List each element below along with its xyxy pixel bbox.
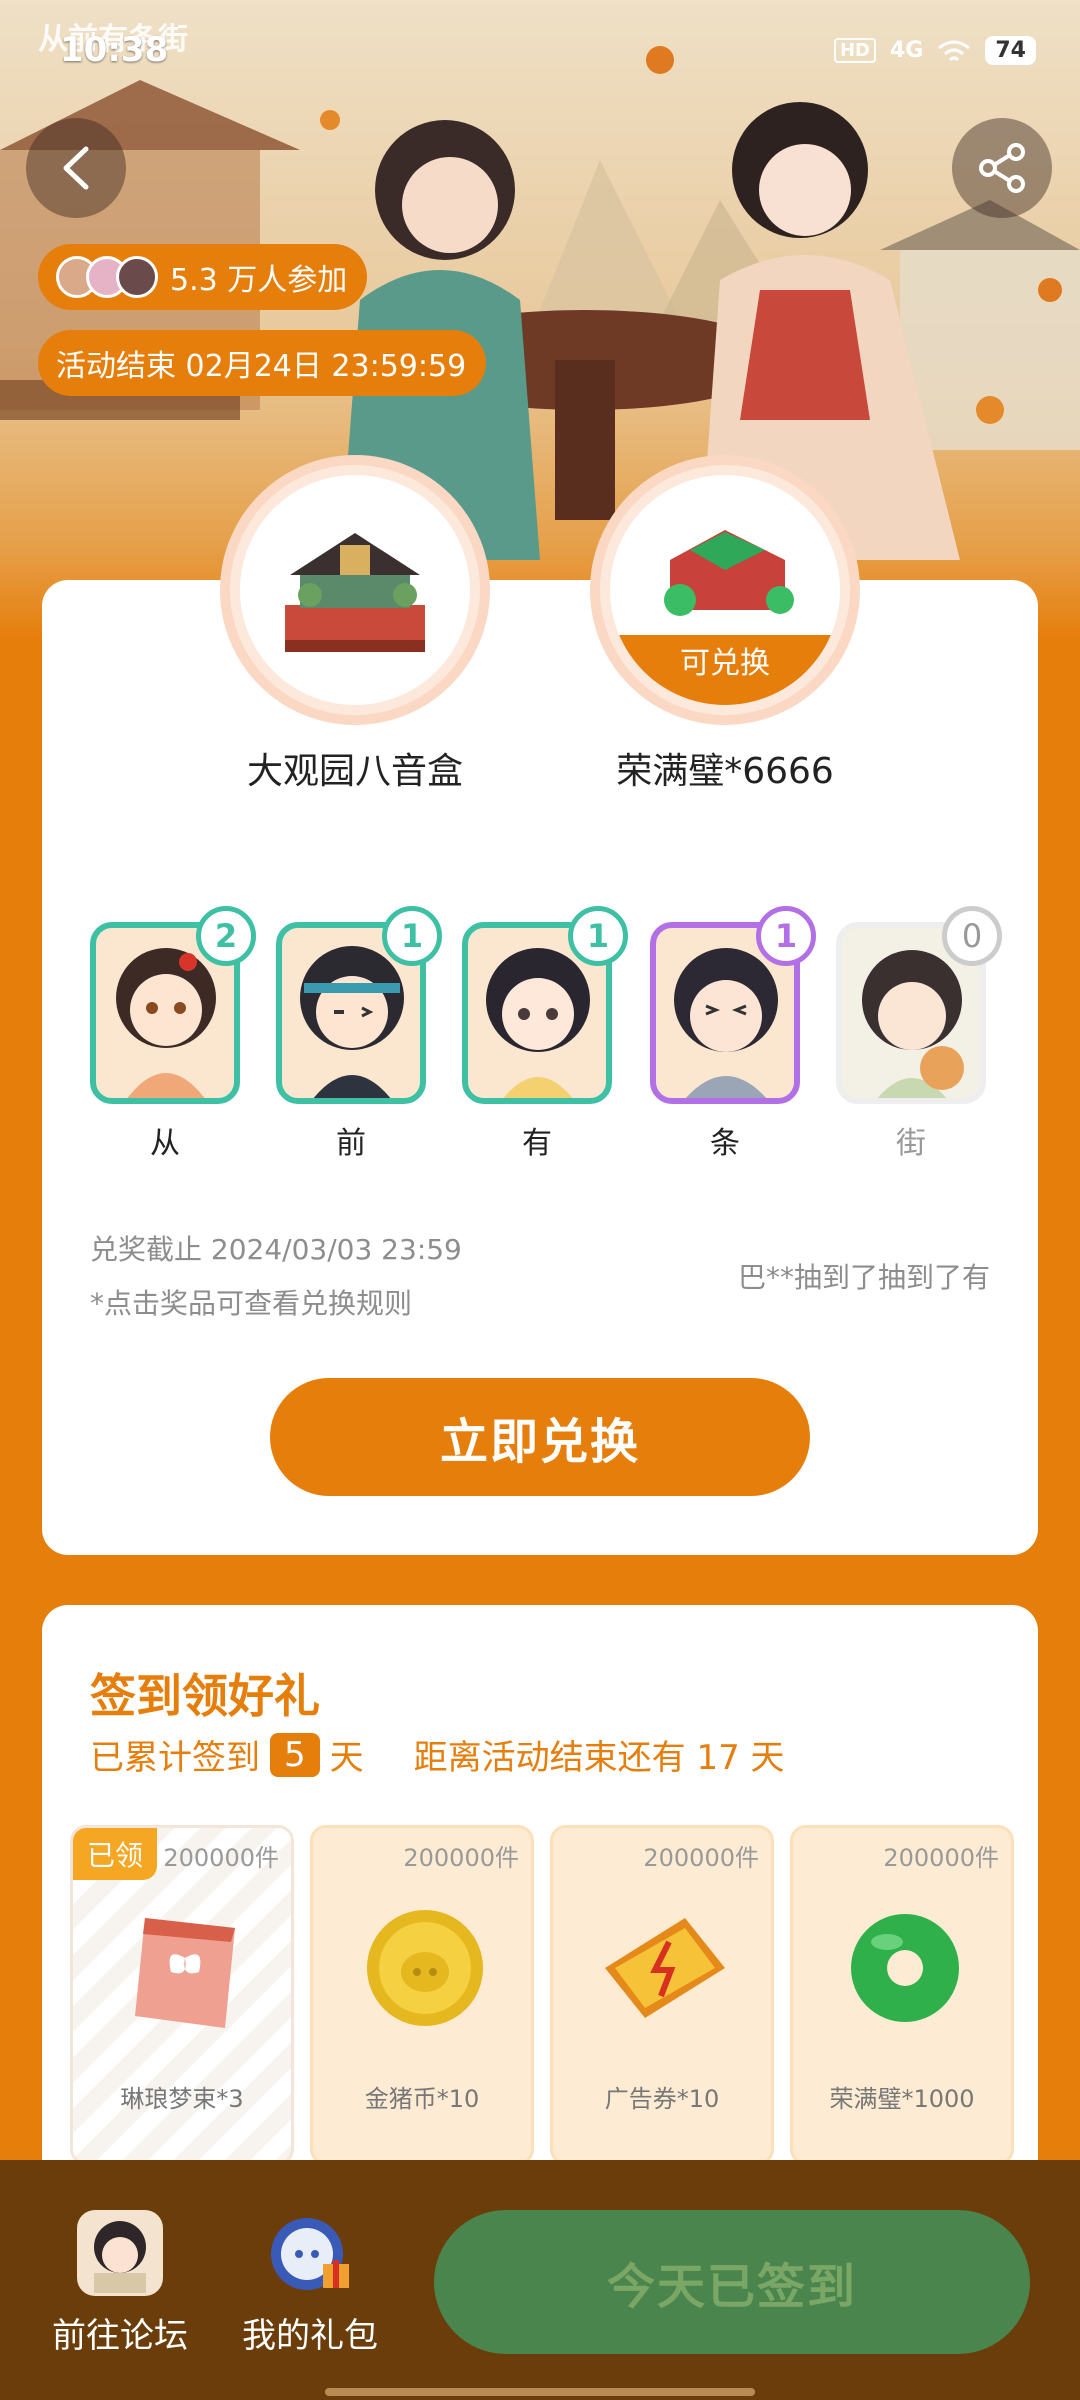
jade-disc-icon [851,1914,959,2022]
signin-remaining: 距离活动结束还有 17 天 [413,1738,785,1778]
status-bar: 从前有条街 10:38 HD 4G 74 [0,0,1080,100]
count-badge: 2 [196,906,256,966]
music-box-icon [285,533,425,652]
character-label: 有 [522,1126,552,1161]
participant-avatars [56,256,158,298]
signin-prefix: 已累计签到 [90,1738,260,1778]
status-icons: HD 4G 74 [833,36,1036,65]
gold-pig-coin-icon [367,1910,483,2026]
forum-avatar-icon [77,2210,163,2296]
signed-today-button[interactable]: 今天已签到 [434,2210,1030,2354]
my-gift-label: 我的礼包 [242,2316,378,2356]
participants-pill: 5.3 万人参加 [38,244,368,310]
gift-icon [267,2210,353,2296]
share-button[interactable] [952,118,1052,218]
ad-ticket-icon [605,1918,725,2018]
back-icon [63,146,89,190]
home-indicator [325,2388,755,2396]
character-label: 条 [710,1126,740,1161]
reward-item[interactable]: 200000件 金猪币*10 [310,1825,534,2165]
prize-music-box[interactable] [220,455,490,725]
network-icon: 4G [890,38,924,63]
character-label: 从 [150,1126,180,1161]
hd-icon: HD [833,38,876,63]
reward-name: 荣满璧*1000 [829,2085,975,2113]
exchange-now-button[interactable]: 立即兑换 [270,1378,810,1496]
activity-end-time: 活动结束 02月24日 23:59:59 [56,349,467,384]
winner-ticker: 巴**抽到了抽到了有 [737,1261,990,1294]
count-badge: 1 [382,906,442,966]
jade-gift-icon [664,530,794,616]
reward-item[interactable]: 已领 200000件 琳琅梦束*3 [70,1825,294,2165]
count-badge: 1 [756,906,816,966]
reward-item[interactable]: 200000件 广告券*10 [550,1825,774,2165]
reward-qty: 200000件 [643,1844,759,1872]
prize-jade[interactable]: 可兑换 [590,455,860,725]
reward-qty: 200000件 [883,1844,999,1872]
prize-name-music-box: 大观园八音盒 [246,751,463,792]
exchange-rule-hint[interactable]: *点击奖品可查看兑换规则 [90,1282,412,1322]
wifi-icon [938,40,971,61]
forum-label: 前往论坛 [52,2316,188,2356]
claimed-tag: 已领 [73,1828,158,1880]
clock: 10:38 [60,30,169,70]
signin-day-unit: 天 [329,1738,364,1778]
bottom-bar: 前往论坛 我的礼包 今天已签到 [0,2160,1080,2400]
share-icon [979,143,1025,193]
exchange-deadline: 兑奖截止 2024/03/03 23:59 [90,1233,462,1266]
character-label: 前 [336,1126,366,1161]
reward-name: 琳琅梦束*3 [120,2085,244,2113]
exchangeable-tag: 可兑换 [610,635,840,705]
reward-qty: 200000件 [403,1844,519,1872]
count-badge: 0 [942,906,1002,966]
dream-ribbon-icon [135,1918,235,2028]
reward-name: 金猪币*10 [364,2085,480,2113]
prize-name-jade: 荣满璧*6666 [616,751,834,792]
back-button[interactable] [26,118,126,218]
count-badge: 1 [568,906,628,966]
reward-qty: 200000件 [163,1844,279,1872]
activity-end-pill: 活动结束 02月24日 23:59:59 [38,330,487,396]
reward-name: 广告券*10 [604,2085,720,2113]
character-label: 街 [896,1126,926,1161]
signin-days: 5 [270,1732,320,1777]
reward-item[interactable]: 200000件 荣满璧*1000 [790,1825,1014,2165]
participants-count: 5.3 万人参加 [170,263,348,298]
forum-button[interactable]: 前往论坛 [20,2210,220,2357]
signin-title: 签到领好礼 [90,1669,320,1723]
signin-summary: 已累计签到 5 天 距离活动结束还有 17 天 [90,1730,785,1779]
my-gift-button[interactable]: 我的礼包 [210,2210,410,2357]
battery-icon: 74 [985,36,1036,65]
